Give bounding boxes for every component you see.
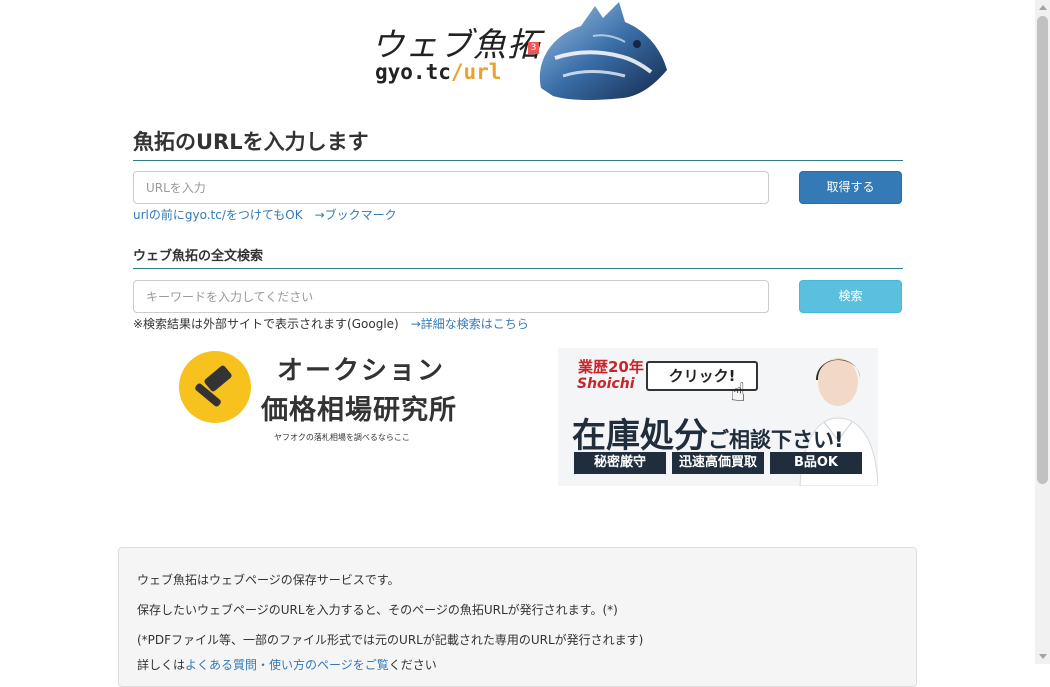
shoichi-ad-banner[interactable]: 業歴20年 Shoichi クリック! ☝ 在庫処分ご相談下さい! 秘密厳守 迅… [558, 348, 878, 486]
info-line-4-suffix: ください [388, 658, 437, 672]
auction-banner-line1: オークション [277, 356, 446, 386]
scrollbar-thumb[interactable] [1037, 16, 1048, 484]
auction-banner-line2: 価格相場研究所 [261, 395, 457, 426]
logo-domain-path: /url [450, 60, 502, 84]
auction-banner-subtitle: ヤフオクの落札相場を調べるならここ [274, 433, 410, 442]
info-line-4-prefix: 詳しくは [137, 658, 186, 672]
scroll-down-arrow-icon[interactable] [1039, 654, 1047, 659]
logo-jp-text: ウェブ魚拓 [371, 25, 541, 64]
vertical-scrollbar[interactable] [1035, 0, 1050, 664]
ad-tag: 迅速高価買取 [672, 452, 764, 474]
search-input[interactable] [133, 280, 769, 313]
advanced-search-link[interactable]: →詳細な検索はこちら [411, 317, 529, 331]
bookmark-link[interactable]: →ブックマーク [315, 208, 397, 222]
ad-years: 業歴20年 [578, 358, 644, 376]
logo-domain-host: gyo.tc [375, 60, 451, 84]
logo-domain: gyo.tc/url [375, 60, 501, 84]
url-hint-link[interactable]: urlの前にgyo.tc/をつけてもOK [133, 208, 303, 222]
search-form-title: ウェブ魚拓の全文検索 [133, 248, 903, 269]
get-button[interactable]: 取得する [799, 171, 902, 204]
hand-cursor-icon: ☝ [730, 378, 746, 408]
search-button[interactable]: 検索 [799, 280, 902, 313]
url-form-title: 魚拓のURLを入力します [133, 128, 903, 161]
page: ウェブ魚拓 3 gyo.tc/url 魚拓のURLを入力します 取得する url… [0, 0, 1035, 687]
auction-banner[interactable]: オークション 価格相場研究所 ヤフオクの落札相場を調べるならここ [175, 348, 460, 446]
search-hint: ※検索結果は外部サイトで表示されます(Google) →詳細な検索はこちら [133, 315, 529, 332]
scroll-up-arrow-icon[interactable] [1039, 5, 1047, 10]
ad-tag: 秘密厳守 [574, 452, 666, 474]
ad-headline-small: ご相談下さい! [708, 428, 844, 452]
ad-headline: 在庫処分ご相談下さい! [572, 408, 844, 457]
info-line-1: ウェブ魚拓はウェブページの保存サービスです。 [137, 573, 400, 587]
info-line-3: (*PDFファイル等、一部のファイル形式では元のURLが記載された専用のURLが… [137, 633, 644, 647]
ad-brand: Shoichi [577, 376, 635, 392]
info-line-2: 保存したいウェブページのURLを入力すると、そのページの魚拓URLが発行されます… [137, 603, 618, 617]
url-input[interactable] [133, 171, 769, 204]
ad-headline-main: 在庫処分 [572, 416, 708, 456]
url-hint: urlの前にgyo.tc/をつけてもOK →ブックマーク [133, 206, 397, 223]
ad-tag: B品OK [770, 452, 862, 474]
gavel-icon [179, 351, 251, 423]
site-logo[interactable]: ウェブ魚拓 3 gyo.tc/url [365, 0, 670, 102]
info-line-4: 詳しくはよくある質問・使い方のページをご覧ください [137, 656, 437, 673]
faq-link[interactable]: よくある質問・使い方のページをご覧 [185, 658, 389, 672]
search-hint-text: ※検索結果は外部サイトで表示されます(Google) [133, 317, 399, 331]
info-panel: ウェブ魚拓はウェブページの保存サービスです。 保存したいウェブページのURLを入… [118, 547, 917, 687]
earth-fish-image [539, 2, 667, 100]
